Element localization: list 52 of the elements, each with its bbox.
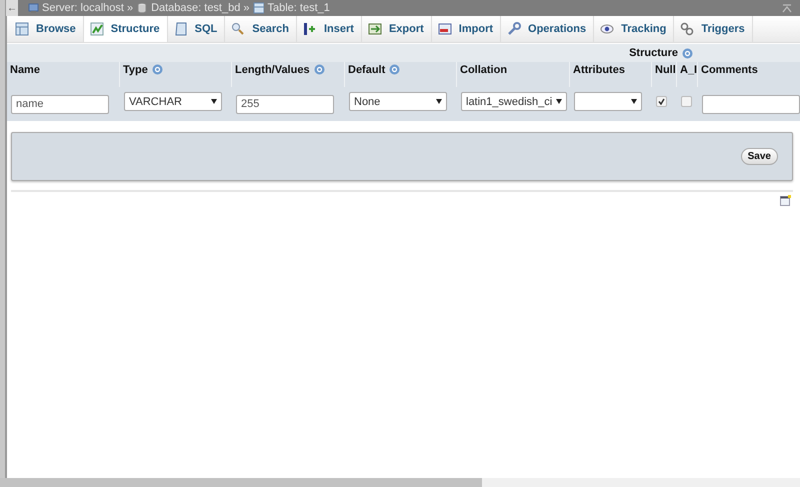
check-icon [658, 98, 665, 105]
caret-icon [631, 99, 637, 104]
export-icon [368, 22, 382, 36]
group-title: Structure [629, 47, 678, 59]
note-icon [780, 195, 791, 206]
column-header: Name [10, 64, 40, 76]
tab[interactable]: SQL [168, 16, 226, 42]
checkbox[interactable] [656, 96, 667, 107]
column-header: Length/Values [235, 64, 310, 76]
caret-icon [556, 99, 562, 104]
column-header: Default [348, 64, 386, 76]
column-header: Comments [701, 64, 758, 76]
column-header: Collation [460, 64, 508, 76]
table-icon [253, 2, 264, 14]
column-header: Null [655, 64, 676, 76]
column-header: A_I [680, 64, 698, 76]
caret-icon [211, 99, 217, 104]
back-button[interactable]: ← [6, 0, 18, 16]
text-field[interactable]: 255 [236, 94, 334, 114]
column-header: Type [123, 64, 148, 76]
table-icon [15, 22, 29, 36]
tab[interactable]: Export [362, 16, 432, 42]
comments-field[interactable] [702, 94, 800, 114]
caret-icon [436, 99, 442, 104]
tab[interactable]: Insert [296, 16, 362, 42]
insert-icon [302, 22, 317, 36]
help-icon [682, 48, 693, 58]
tab[interactable]: Import [432, 16, 502, 42]
breadcrumb-separator: » [126, 2, 134, 14]
dropdown[interactable]: latin1_swedish_ci [461, 92, 568, 111]
tab[interactable]: Search [225, 16, 297, 42]
save-button[interactable]: Save [740, 148, 778, 165]
tab[interactable]: Browse [9, 16, 84, 42]
horizontal-scrollbar[interactable] [0, 478, 800, 487]
tab[interactable]: Tracking [594, 16, 674, 42]
dropdown[interactable]: VARCHAR [124, 92, 222, 111]
chart-icon [90, 22, 104, 36]
wrench-icon [507, 22, 522, 36]
dropdown[interactable] [574, 92, 642, 111]
checkbox[interactable] [681, 96, 692, 107]
tab[interactable]: Operations [501, 16, 594, 42]
dropdown[interactable]: None [349, 92, 447, 111]
column-header: Attributes [573, 64, 625, 76]
document-icon [174, 22, 188, 36]
breadcrumb-separator: » [243, 2, 250, 14]
eye-icon [600, 22, 614, 36]
collapse-icon[interactable] [782, 4, 792, 12]
tab[interactable]: Triggers [674, 16, 753, 42]
search-icon [231, 22, 246, 36]
tab[interactable]: Structure [84, 16, 168, 42]
import-icon [438, 22, 452, 36]
text-field[interactable]: name [11, 94, 109, 114]
